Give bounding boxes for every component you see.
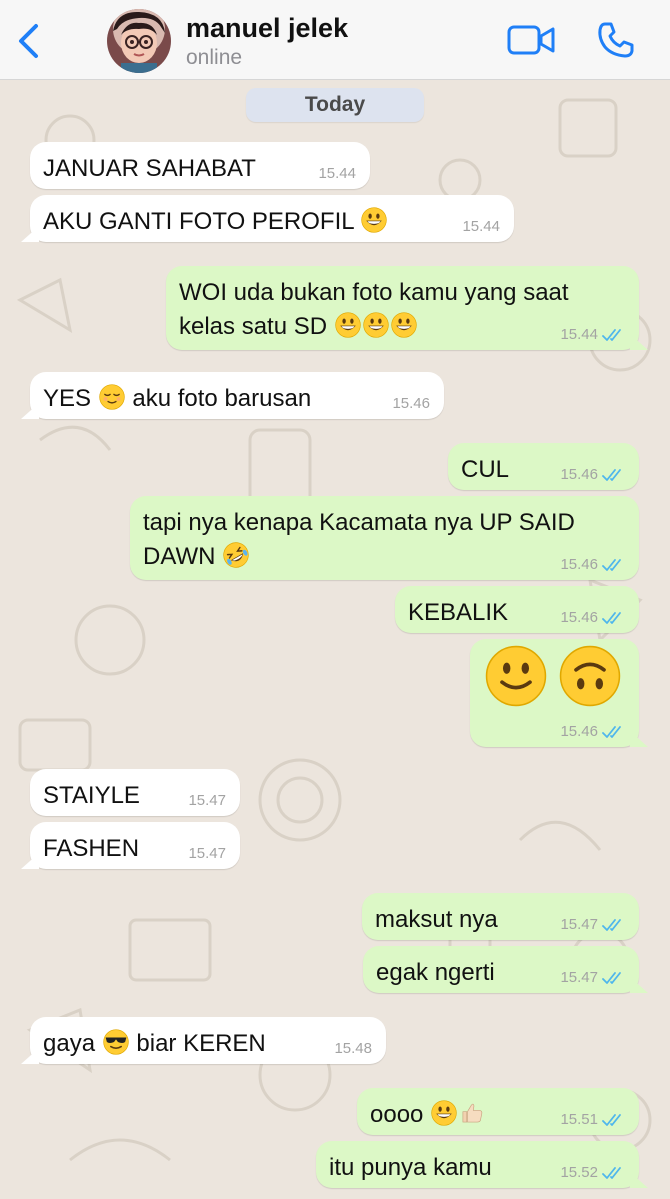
message-text: kelas satu SD [179, 313, 328, 340]
read-ticks-icon [602, 1113, 626, 1127]
message-time: 15.46 [560, 609, 598, 626]
message-time: 15.44 [318, 165, 356, 182]
message-time: 15.47 [188, 845, 226, 862]
message-time: 15.47 [188, 792, 226, 809]
video-call-icon[interactable] [506, 22, 556, 58]
message-bubble-incoming[interactable]: FASHEN 15.47 [21, 822, 240, 869]
chat-header: manuel jelek online [0, 0, 670, 80]
read-ticks-icon [602, 725, 626, 739]
date-separator: Today [246, 88, 424, 122]
contact-name[interactable]: manuel jelek [186, 13, 348, 44]
message-bubble-incoming[interactable]: AKU GANTI FOTO PEROFIL 15.44 [21, 195, 514, 242]
message-time: 15.46 [392, 395, 430, 412]
message-time: 15.51 [560, 1111, 598, 1128]
message-time: 15.48 [334, 1040, 372, 1057]
grinning-face-icon [363, 312, 389, 338]
contact-status: online [186, 46, 243, 69]
read-ticks-icon [602, 971, 626, 985]
message-bubble-incoming[interactable]: YES aku foto barusan 15.46 [21, 372, 444, 419]
message-bubble-outgoing[interactable]: 15.46 [470, 639, 648, 747]
message-time: 15.52 [560, 1164, 598, 1181]
relieved-face-icon [99, 384, 125, 410]
message-time: 15.44 [560, 326, 598, 343]
upside-down-face-icon [559, 645, 621, 707]
message-time: 15.46 [560, 466, 598, 483]
message-text: WOI uda bukan foto kamu yang saat [179, 279, 569, 306]
read-ticks-icon [602, 558, 626, 572]
message-time: 15.47 [560, 969, 598, 986]
slightly-smiling-face-icon [485, 645, 547, 707]
read-ticks-icon [602, 468, 626, 482]
message-time: 15.46 [560, 723, 598, 740]
message-bubble-outgoing[interactable]: egak ngerti 15.47 [363, 946, 648, 993]
rolling-on-floor-laughing-icon [223, 542, 249, 568]
message-text: tapi nya kenapa Kacamata nya UP SAID [143, 509, 575, 536]
avatar[interactable] [107, 9, 171, 73]
read-ticks-icon [602, 328, 626, 342]
smiling-face-with-sunglasses-icon [103, 1029, 129, 1055]
message-text: YES [43, 385, 92, 412]
message-time: 15.44 [462, 218, 500, 235]
message-bubble-outgoing[interactable]: oooo 15.51 [357, 1088, 639, 1135]
read-ticks-icon [602, 1166, 626, 1180]
read-ticks-icon [602, 918, 626, 932]
message-text: gaya [43, 1030, 96, 1057]
message-text: AKU GANTI FOTO PEROFIL [43, 208, 354, 235]
message-bubble-outgoing[interactable]: WOI uda bukan foto kamu yang saat kelas … [166, 266, 648, 350]
message-bubble-incoming[interactable]: gaya biar KEREN 15.48 [21, 1017, 386, 1064]
message-bubble-outgoing[interactable]: CUL 15.46 [448, 443, 639, 490]
message-bubble-outgoing[interactable]: itu punya kamu 15.52 [316, 1141, 648, 1188]
message-bubble-incoming[interactable]: JANUAR SAHABAT 15.44 [30, 142, 370, 189]
message-time: 15.46 [560, 556, 598, 573]
phone-call-icon[interactable] [596, 20, 636, 60]
grinning-face-icon [361, 207, 387, 233]
chat-area[interactable]: Today JANUAR SAHABAT 15.44 AKU GANTI FOT… [0, 80, 670, 1199]
message-text: oooo [370, 1101, 424, 1128]
message-bubble-incoming[interactable]: STAIYLE 15.47 [30, 769, 240, 816]
grinning-face-icon [335, 312, 361, 338]
grinning-face-icon [391, 312, 417, 338]
message-time: 15.47 [560, 916, 598, 933]
message-text: JANUAR SAHABAT [43, 155, 256, 182]
message-bubble-outgoing[interactable]: tapi nya kenapa Kacamata nya UP SAID DAW… [130, 496, 639, 580]
back-chevron-icon[interactable] [12, 20, 46, 62]
message-text: DAWN [143, 543, 216, 570]
message-bubble-outgoing[interactable]: maksut nya 15.47 [362, 893, 639, 940]
thumbs-up-icon [459, 1100, 485, 1126]
grinning-face-icon [431, 1100, 457, 1126]
read-ticks-icon [602, 611, 626, 625]
message-text: biar KEREN [136, 1030, 266, 1057]
message-text: aku foto barusan [132, 385, 312, 412]
message-bubble-outgoing[interactable]: KEBALIK 15.46 [395, 586, 639, 633]
